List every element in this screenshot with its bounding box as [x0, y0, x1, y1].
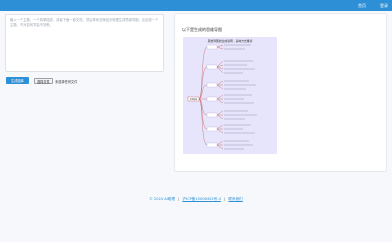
footer-icp-link[interactable]: 沪ICP备15006452号-4 — [182, 197, 220, 201]
mindmap-graphic: 思维导图 — [187, 44, 257, 150]
top-nav-bar: 首页 登录 — [0, 0, 392, 11]
choose-file-button[interactable]: 选择文件 — [34, 78, 53, 84]
footer-separator: | — [178, 197, 180, 201]
footer-separator-2: | — [224, 197, 226, 201]
nav-login[interactable]: 登录 — [380, 3, 388, 9]
topic-input-placeholder: 输入一个主题，一个简单描述，或者下面一篇文档，然后带你去换回去梳理生成思维导图，… — [10, 18, 159, 27]
file-status: 未选择任何文件 — [55, 80, 78, 84]
mindmap-leaf-lines — [224, 44, 257, 150]
footer-copyright: © 2024 AI助理 — [149, 197, 175, 201]
footer: © 2024 AI助理 | 沪ICP备15006452号-4 | 联系我们 — [0, 197, 392, 202]
nav-home[interactable]: 首页 — [358, 3, 366, 9]
footer-contact-link[interactable]: 联系我们 — [228, 197, 242, 201]
top-nav: 首页 登录 — [358, 0, 388, 11]
generate-button[interactable]: 生成图库 — [6, 77, 29, 84]
mindmap-image: 思维导图的生成说明 - 多种方式推荐 思维导图 — [183, 37, 277, 154]
result-title: 以下是生成的思维导图 — [182, 27, 222, 32]
mindmap-nodes — [206, 44, 218, 148]
topic-input[interactable]: 输入一个主题，一个简单描述，或者下面一篇文档，然后带你去换回去梳理生成思维导图，… — [5, 14, 164, 72]
